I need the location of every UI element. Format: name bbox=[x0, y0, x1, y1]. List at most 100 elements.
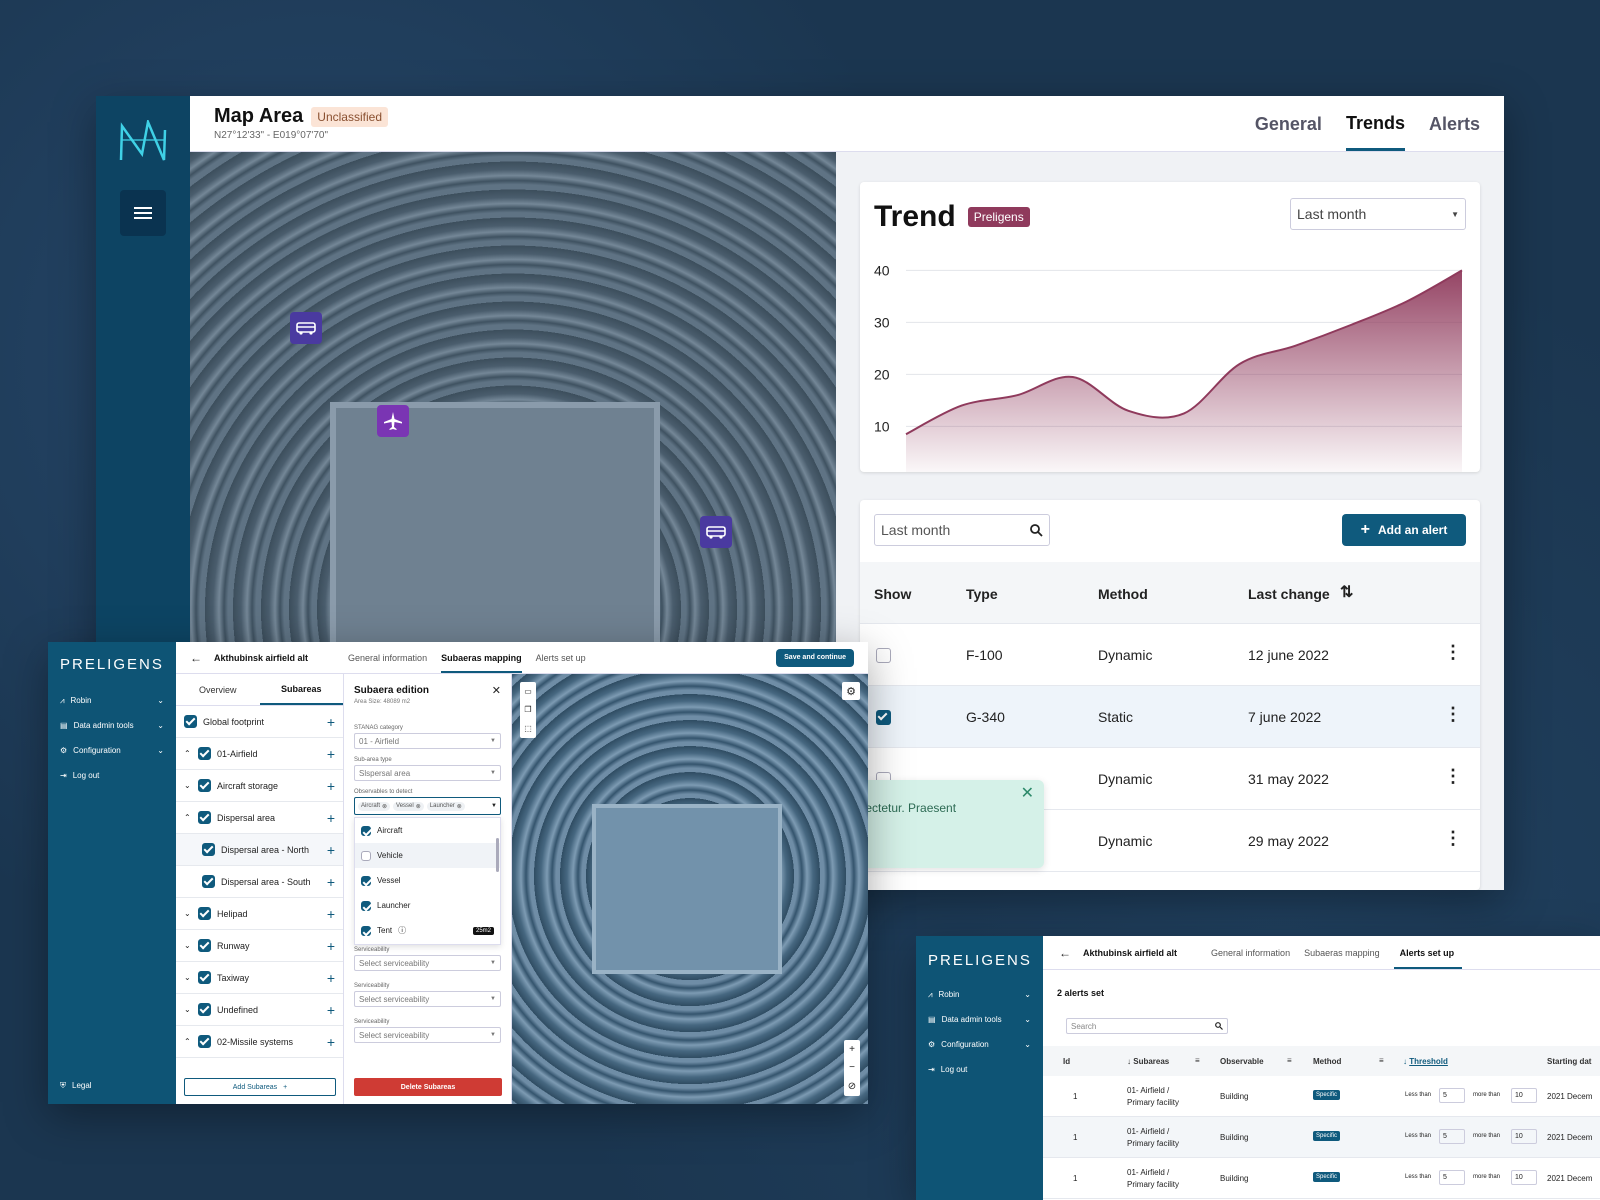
zoom-in-icon[interactable]: + bbox=[849, 1044, 855, 1055]
option-checkbox[interactable] bbox=[361, 875, 371, 886]
subarea-row[interactable]: ⌄ Taxiway + bbox=[176, 962, 343, 994]
subarea-checkbox[interactable] bbox=[198, 1003, 211, 1016]
plus-icon[interactable]: + bbox=[327, 970, 335, 986]
table-row[interactable]: 1 01- Airfield / Primary facility Building S… bbox=[1043, 1117, 1600, 1158]
nav-item-robin[interactable]: ⩘ Robin ⌄ bbox=[48, 688, 176, 713]
option-checkbox[interactable] bbox=[361, 925, 371, 936]
serviceability-select[interactable]: Select serviceability ▼ bbox=[354, 991, 501, 1007]
select-icon[interactable]: ⬚ bbox=[524, 724, 532, 733]
plus-icon[interactable]: + bbox=[327, 842, 335, 858]
subarea-row[interactable]: ⌄ Aircraft storage + bbox=[176, 770, 343, 802]
tab-general[interactable]: General bbox=[1255, 114, 1322, 135]
show-checkbox[interactable] bbox=[876, 710, 891, 725]
threshold-less-input[interactable]: 5 bbox=[1439, 1170, 1465, 1185]
subarea-row[interactable]: ⌃ 02-Missile systems + bbox=[176, 1026, 343, 1058]
subarea-checkbox[interactable] bbox=[198, 747, 211, 760]
serviceability-select[interactable]: Select serviceability ▼ bbox=[354, 955, 501, 971]
chevron-down-icon[interactable]: ⌄ bbox=[184, 909, 192, 918]
tab-subareas-mapping[interactable]: Subaeras mapping bbox=[1304, 948, 1380, 958]
nav-item-log-out[interactable]: ⇥ Log out bbox=[916, 1057, 1043, 1082]
nav-item-robin[interactable]: ⩘ Robin ⌄ bbox=[916, 982, 1043, 1007]
tab-general-information[interactable]: General information bbox=[1211, 948, 1290, 958]
table-row[interactable]: 1 01- Airfield / Primary facility Building S… bbox=[1043, 1158, 1600, 1199]
chevron-down-icon[interactable]: ⌄ bbox=[184, 973, 192, 982]
nav-item-data-admin-tools[interactable]: ▤ Data admin tools ⌄ bbox=[916, 1007, 1043, 1032]
subarea-row[interactable]: Global footprint + bbox=[176, 706, 343, 738]
subarea-checkbox[interactable] bbox=[184, 715, 197, 728]
option-checkbox[interactable] bbox=[361, 850, 371, 861]
setup-search[interactable]: Search bbox=[1066, 1018, 1228, 1034]
add-alert-button[interactable]: + Add an alert bbox=[1342, 514, 1466, 546]
serviceability-select[interactable]: Select serviceability ▼ bbox=[354, 1027, 501, 1043]
subarea-row[interactable]: ⌃ 01-Airfield + bbox=[176, 738, 343, 770]
plus-icon[interactable]: + bbox=[327, 714, 335, 730]
chevron-down-icon[interactable]: ⌄ bbox=[184, 781, 192, 790]
plus-icon[interactable]: + bbox=[327, 874, 335, 890]
table-row[interactable]: F-100 Dynamic 12 june 2022 ⋮ bbox=[860, 624, 1480, 686]
subarea-checkbox[interactable] bbox=[198, 1035, 211, 1048]
threshold-less-input[interactable]: 5 bbox=[1439, 1088, 1465, 1103]
observable-option[interactable]: Vessel bbox=[355, 868, 500, 893]
nav-item-configuration[interactable]: ⚙ Configuration ⌄ bbox=[916, 1032, 1043, 1057]
close-circle-icon[interactable]: ⊗ bbox=[416, 803, 421, 810]
back-arrow-icon[interactable]: ← bbox=[1059, 946, 1071, 960]
filter-icon[interactable]: ≡ bbox=[1287, 1056, 1292, 1065]
scrollbar[interactable] bbox=[496, 838, 499, 872]
chevron-up-icon[interactable]: ⌃ bbox=[184, 813, 192, 822]
subarea-row[interactable]: ⌄ Runway + bbox=[176, 930, 343, 962]
option-checkbox[interactable] bbox=[361, 900, 371, 911]
subarea-checkbox[interactable] bbox=[198, 971, 211, 984]
observable-chip[interactable]: Launcher ⊗ bbox=[426, 801, 465, 811]
observable-chip[interactable]: Aircraft ⊗ bbox=[358, 801, 391, 811]
zoom-out-icon[interactable]: − bbox=[849, 1062, 855, 1073]
back-arrow-icon[interactable]: ← bbox=[190, 651, 202, 665]
tab-general-information[interactable]: General information bbox=[348, 653, 427, 663]
kebab-menu-icon[interactable]: ⋮ bbox=[1444, 642, 1462, 663]
tab-trends[interactable]: Trends bbox=[1345, 97, 1405, 151]
observable-option[interactable]: Tent ⓘ 25m2 bbox=[355, 918, 500, 943]
close-circle-icon[interactable]: ⊗ bbox=[382, 803, 387, 810]
observables-select[interactable]: Aircraft ⊗ Vessel ⊗ Launcher ⊗ ▼ bbox=[354, 797, 501, 815]
nav-item-data-admin-tools[interactable]: ▤ Data admin tools ⌄ bbox=[48, 713, 176, 738]
kebab-menu-icon[interactable]: ⋮ bbox=[1444, 704, 1462, 725]
plus-icon[interactable]: + bbox=[327, 746, 335, 762]
subtype-select[interactable]: Slspersal area ▼ bbox=[354, 765, 501, 781]
add-subareas-button[interactable]: Add Subareas + bbox=[184, 1078, 336, 1096]
observable-option[interactable]: Launcher bbox=[355, 893, 500, 918]
subarea-row[interactable]: ⌄ Helipad + bbox=[176, 898, 343, 930]
tab-alerts-set-up[interactable]: Alerts set up bbox=[1393, 937, 1463, 969]
nav-item-log-out[interactable]: ⇥ Log out bbox=[48, 763, 176, 788]
nav-item-configuration[interactable]: ⚙ Configuration ⌄ bbox=[48, 738, 176, 763]
plus-icon[interactable]: + bbox=[327, 1002, 335, 1018]
col-threshold[interactable]: ↓ Threshold bbox=[1403, 1057, 1448, 1066]
observable-option[interactable]: Aircraft bbox=[355, 818, 500, 843]
threshold-more-input[interactable]: 10 bbox=[1511, 1170, 1537, 1185]
map-marker-vehicle[interactable] bbox=[700, 516, 732, 548]
legal-link[interactable]: ⛨ Legal bbox=[48, 1073, 176, 1098]
plus-icon[interactable]: + bbox=[327, 938, 335, 954]
subarea-checkbox[interactable] bbox=[198, 907, 211, 920]
menu-button[interactable] bbox=[120, 190, 166, 236]
chevron-up-icon[interactable]: ⌃ bbox=[184, 1037, 192, 1046]
tab-subareas-mapping[interactable]: Subaeras mapping bbox=[441, 643, 522, 673]
plus-icon[interactable]: + bbox=[327, 1034, 335, 1050]
map-marker-aircraft[interactable] bbox=[377, 405, 409, 437]
save-continue-button[interactable]: Save and continue bbox=[776, 648, 854, 667]
delete-subareas-button[interactable]: Delete Subareas bbox=[354, 1078, 502, 1096]
plus-icon[interactable]: + bbox=[327, 810, 335, 826]
close-circle-icon[interactable]: ⊗ bbox=[457, 803, 462, 810]
subarea-row[interactable]: Dispersal area - South + bbox=[176, 866, 343, 898]
observable-option[interactable]: Vehicle bbox=[355, 843, 500, 868]
subarea-row[interactable]: ⌃ Dispersal area + bbox=[176, 802, 343, 834]
chevron-down-icon[interactable]: ⌄ bbox=[184, 941, 192, 950]
tab-alerts-set-up[interactable]: Alerts set up bbox=[536, 653, 586, 663]
filter-icon[interactable]: ≡ bbox=[1379, 1056, 1384, 1065]
subarea-row[interactable]: Dispersal area - North + bbox=[176, 834, 343, 866]
observable-chip[interactable]: Vessel ⊗ bbox=[393, 801, 424, 811]
subarea-checkbox[interactable] bbox=[202, 843, 215, 856]
subarea-checkbox[interactable] bbox=[202, 875, 215, 888]
threshold-more-input[interactable]: 10 bbox=[1511, 1129, 1537, 1144]
copy-icon[interactable]: ❐ bbox=[524, 705, 531, 714]
threshold-less-input[interactable]: 5 bbox=[1439, 1129, 1465, 1144]
kebab-menu-icon[interactable]: ⋮ bbox=[1444, 828, 1462, 849]
